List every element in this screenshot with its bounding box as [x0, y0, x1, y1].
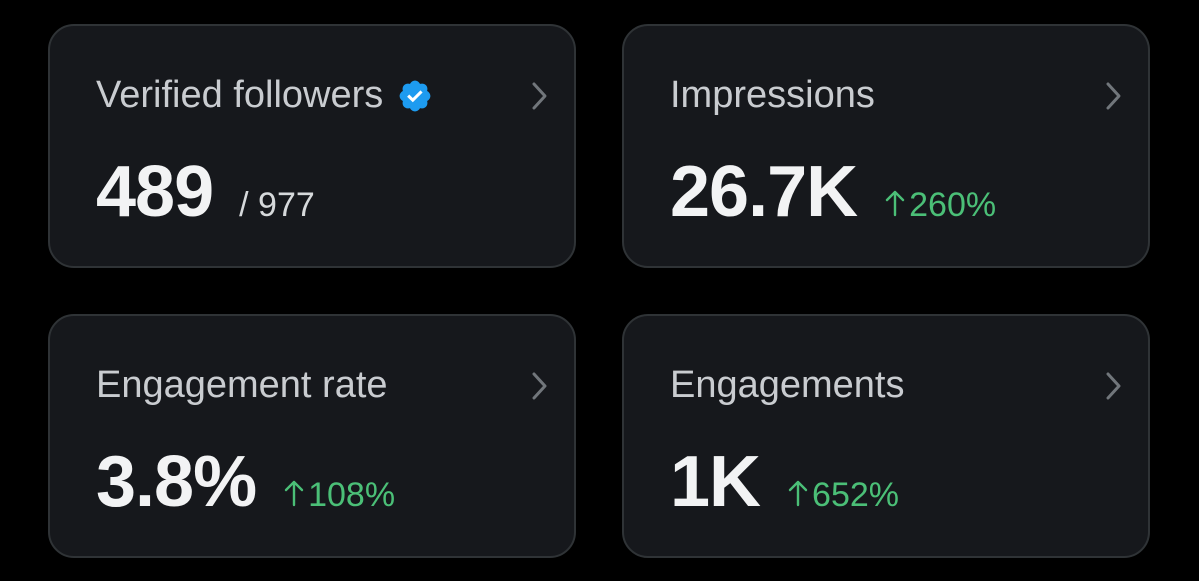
verified-followers-value: 489 [96, 152, 214, 232]
metric-value-row: 3.8% 108% [96, 442, 395, 522]
engagement-rate-title: Engagement rate [96, 364, 388, 406]
impressions-title: Impressions [670, 74, 875, 116]
verified-badge-icon [397, 78, 433, 114]
engagement-rate-change: 108% [284, 475, 395, 515]
metric-value-row: 489 / 977 [96, 152, 315, 232]
engagements-change: 652% [788, 475, 899, 515]
chevron-right-icon[interactable] [528, 370, 552, 402]
arrow-up-icon [788, 477, 808, 507]
card-title: Engagements [670, 362, 905, 408]
chevron-right-icon[interactable] [1102, 370, 1126, 402]
card-title: Verified followers [96, 72, 433, 118]
analytics-overview-grid: Verified followers 489 / 977 Impressions [0, 0, 1199, 581]
engagements-change-value: 652% [812, 476, 900, 514]
chevron-right-icon[interactable] [528, 80, 552, 112]
engagement-rate-value: 3.8% [96, 442, 257, 522]
metric-value-row: 26.7K 260% [670, 152, 996, 232]
arrow-up-icon [284, 477, 304, 507]
impressions-change-value: 260% [909, 186, 997, 224]
impressions-card[interactable]: Impressions 26.7K 260% [622, 24, 1150, 268]
engagements-value: 1K [670, 442, 761, 522]
engagements-card[interactable]: Engagements 1K 652% [622, 314, 1150, 558]
engagement-rate-card[interactable]: Engagement rate 3.8% 108% [48, 314, 576, 558]
arrow-up-icon [885, 187, 905, 217]
card-title: Impressions [670, 72, 875, 118]
engagement-rate-change-value: 108% [308, 476, 396, 514]
verified-followers-card[interactable]: Verified followers 489 / 977 [48, 24, 576, 268]
impressions-change: 260% [885, 185, 996, 225]
verified-followers-total: / 977 [239, 186, 315, 224]
impressions-value: 26.7K [670, 152, 858, 232]
chevron-right-icon[interactable] [1102, 80, 1126, 112]
verified-followers-title: Verified followers [96, 74, 384, 116]
engagements-title: Engagements [670, 364, 905, 406]
metric-value-row: 1K 652% [670, 442, 899, 522]
card-title: Engagement rate [96, 362, 388, 408]
